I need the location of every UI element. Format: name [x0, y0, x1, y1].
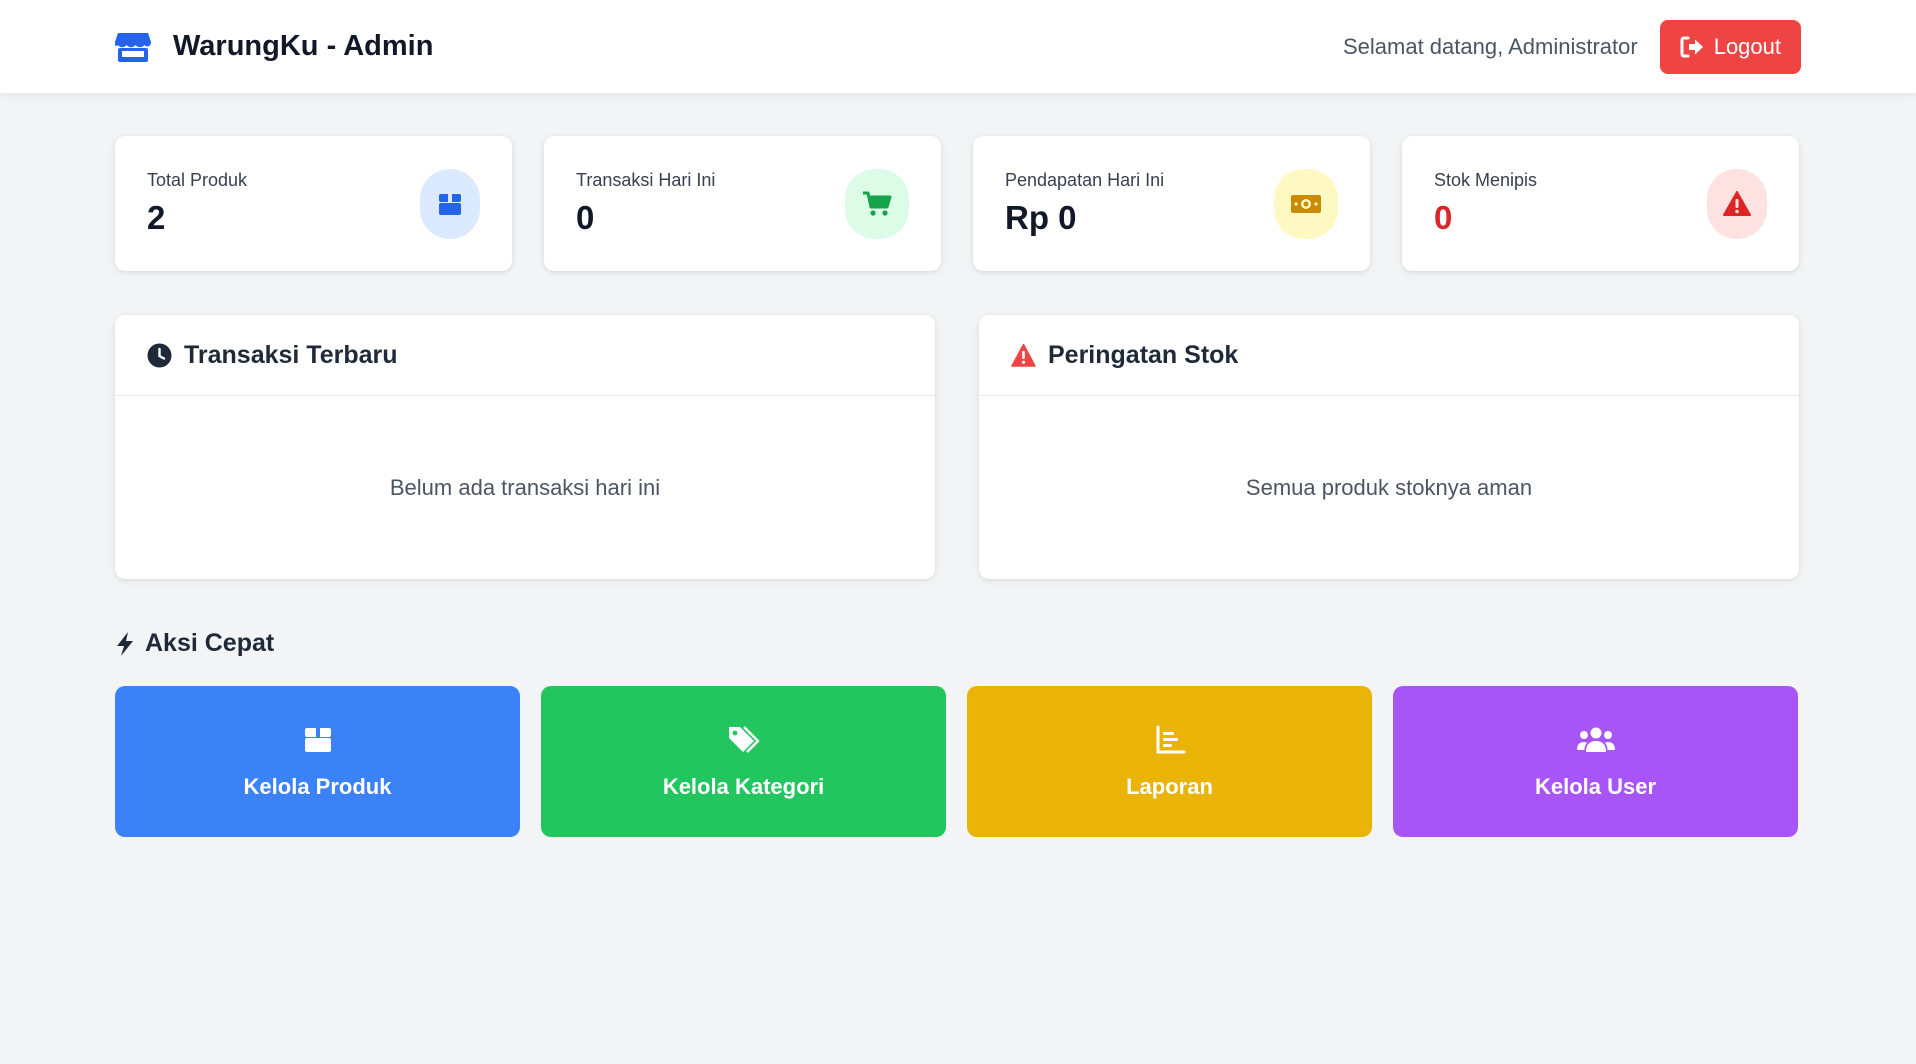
action-label: Kelola User: [1534, 773, 1657, 799]
kelola-user-button[interactable]: Kelola User: [1393, 686, 1798, 837]
logout-button[interactable]: Logout: [1659, 19, 1801, 74]
kelola-kategori-button[interactable]: Kelola Kategori: [541, 686, 946, 837]
stat-value: 2: [147, 199, 166, 236]
stat-card-pendapatan: Pendapatan Hari Ini Rp 0: [973, 136, 1370, 271]
stat-label: Transaksi Hari Ini: [576, 170, 716, 190]
panel-header: Transaksi Terbaru: [115, 315, 935, 396]
warning-icon: [1707, 168, 1767, 239]
stat-value: 0: [1434, 199, 1453, 236]
stat-value: 0: [576, 199, 595, 236]
quick-actions-row: Kelola Produk Kelola Kategori Laporan Ke…: [115, 686, 1799, 837]
box-icon: [420, 168, 480, 239]
panel-title: Peringatan Stok: [1048, 340, 1239, 369]
cart-icon: [845, 168, 909, 239]
panel-header: Peringatan Stok: [979, 315, 1799, 396]
stat-label: Pendapatan Hari Ini: [1005, 170, 1165, 190]
top-navbar: WarungKu - Admin Selamat datang, Adminis…: [0, 0, 1916, 93]
stat-card-transaksi: Transaksi Hari Ini 0: [544, 136, 941, 271]
tags-icon: [728, 725, 759, 753]
stock-warning-panel: Peringatan Stok Semua produk stoknya ama…: [979, 315, 1799, 579]
action-label: Laporan: [1126, 773, 1213, 799]
stat-card-stok-menipis: Stok Menipis 0: [1402, 136, 1799, 271]
panel-title: Transaksi Terbaru: [184, 340, 398, 369]
section-title-text: Aksi Cepat: [145, 629, 275, 657]
sign-out-icon: [1680, 36, 1703, 57]
user-area: Selamat datang, Administrator Logout: [1342, 19, 1801, 74]
stat-label: Stok Menipis: [1434, 170, 1538, 190]
stats-row: Total Produk 2 Transaksi Hari Ini 0 Pend…: [115, 136, 1799, 271]
action-label: Kelola Produk: [243, 773, 392, 799]
store-icon: [115, 32, 151, 62]
empty-state-text: Belum ada transaksi hari ini: [389, 474, 661, 500]
stat-value: Rp 0: [1005, 199, 1077, 236]
chart-icon: [1156, 725, 1185, 753]
app-title: WarungKu - Admin: [173, 30, 434, 62]
brand[interactable]: WarungKu - Admin: [115, 30, 433, 63]
panels-row: Transaksi Terbaru Belum ada transaksi ha…: [115, 315, 1799, 579]
quick-actions-title: Aksi Cepat: [115, 629, 1799, 658]
kelola-produk-button[interactable]: Kelola Produk: [115, 686, 520, 837]
empty-state-text: Semua produk stoknya aman: [1245, 474, 1533, 500]
money-icon: [1274, 168, 1338, 239]
box-icon: [304, 727, 331, 752]
action-label: Kelola Kategori: [662, 773, 825, 799]
laporan-button[interactable]: Laporan: [967, 686, 1372, 837]
logout-label: Logout: [1713, 33, 1781, 59]
recent-transactions-panel: Transaksi Terbaru Belum ada transaksi ha…: [115, 315, 935, 579]
users-icon: [1576, 727, 1615, 752]
main-content: Total Produk 2 Transaksi Hari Ini 0 Pend…: [115, 136, 1799, 837]
bolt-icon: [117, 631, 133, 656]
warning-icon: [1011, 343, 1036, 367]
clock-icon: [147, 343, 172, 367]
stat-card-total-produk: Total Produk 2: [115, 136, 512, 271]
welcome-text: Selamat datang, Administrator: [1342, 33, 1638, 59]
stat-label: Total Produk: [147, 170, 248, 190]
